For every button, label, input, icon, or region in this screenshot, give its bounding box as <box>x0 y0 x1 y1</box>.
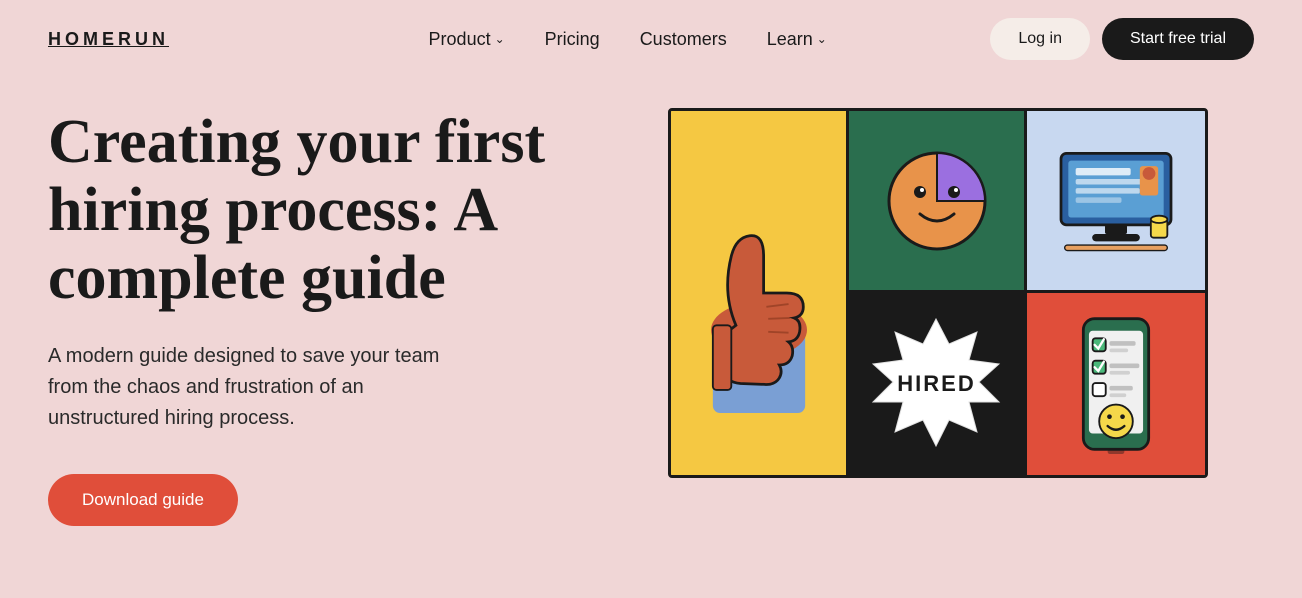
nav-learn[interactable]: Learn ⌄ <box>767 29 827 50</box>
computer-icon <box>1051 146 1181 256</box>
pie-chart-face-icon <box>882 146 992 256</box>
nav-pricing[interactable]: Pricing <box>545 29 600 50</box>
hired-text: HIRED <box>897 371 975 397</box>
hero-text: Creating your first hiring process: A co… <box>48 98 608 526</box>
navbar: HOMERUN Product ⌄ Pricing Customers Lear… <box>0 0 1302 78</box>
thumbs-up-icon <box>679 173 839 413</box>
start-trial-button[interactable]: Start free trial <box>1102 18 1254 60</box>
nav-actions: Log in Start free trial <box>990 18 1254 60</box>
illustration-cell-thumbs <box>671 111 849 475</box>
illustration-cell-hired: HIRED <box>849 293 1027 475</box>
login-button[interactable]: Log in <box>990 18 1090 60</box>
hero-section: Creating your first hiring process: A co… <box>0 78 1302 566</box>
illustration-cell-pie <box>849 111 1027 293</box>
nav-customers[interactable]: Customers <box>640 29 727 50</box>
hero-title: Creating your first hiring process: A co… <box>48 108 608 313</box>
hero-subtitle: A modern guide designed to save your tea… <box>48 341 478 434</box>
illustration-cell-computer <box>1027 111 1205 293</box>
download-guide-button[interactable]: Download guide <box>48 474 238 526</box>
illustration-cell-phone <box>1027 293 1205 475</box>
chevron-down-icon: ⌄ <box>495 32 505 46</box>
logo[interactable]: HOMERUN <box>48 29 169 50</box>
hero-illustration: HIRED <box>668 108 1208 478</box>
phone-checklist-icon <box>1071 314 1161 454</box>
nav-product[interactable]: Product ⌄ <box>429 29 505 50</box>
burst-container: HIRED <box>862 319 1012 449</box>
chevron-down-icon: ⌄ <box>817 32 827 46</box>
illustration-grid: HIRED <box>668 108 1208 478</box>
nav-links: Product ⌄ Pricing Customers Learn ⌄ <box>297 29 958 50</box>
